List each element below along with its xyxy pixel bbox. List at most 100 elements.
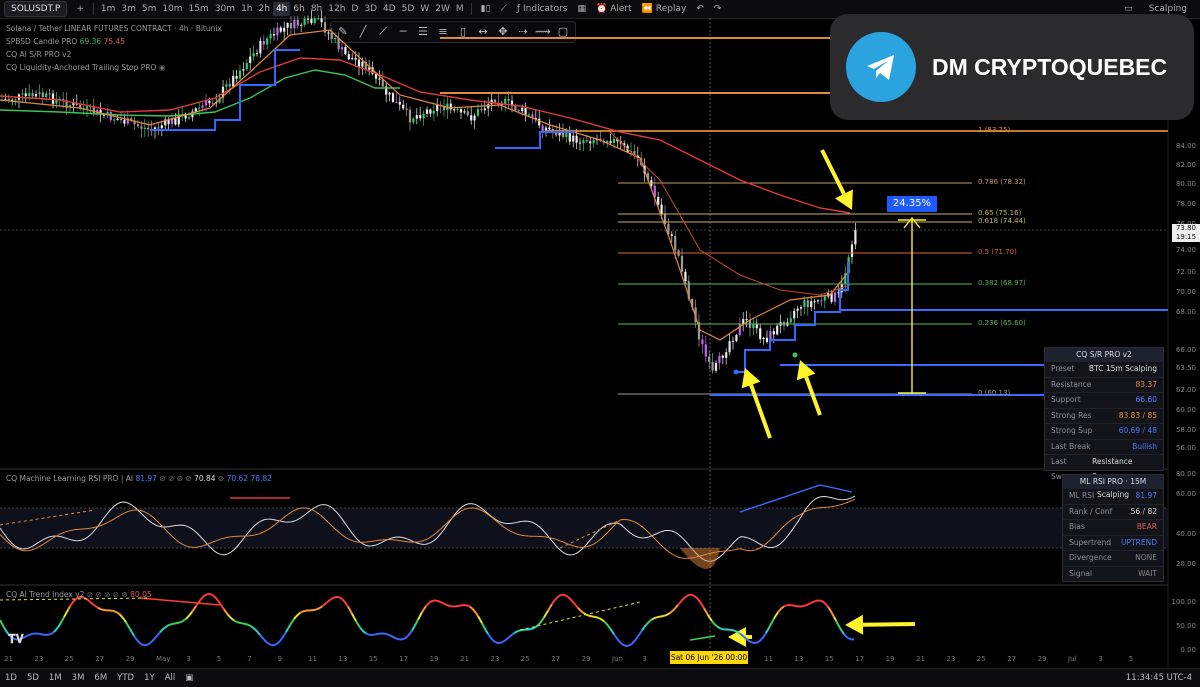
trend-segment [620, 642, 622, 644]
calendar-icon[interactable]: ▣ [180, 673, 198, 683]
fib-label: 0.5 (71.70) [978, 248, 1017, 256]
trend-segment [560, 595, 562, 596]
trend-segment [0, 620, 2, 624]
trend-segment [624, 645, 626, 646]
trend-segment [152, 639, 154, 641]
trend-segment [692, 595, 694, 596]
trailing-stop-dot [793, 353, 798, 358]
annotation-arrow [751, 385, 770, 438]
trend-segment [738, 632, 740, 633]
trend-segment [542, 617, 544, 620]
price-tick: 60.00 [1176, 406, 1196, 414]
price-tick: 62.00 [1176, 386, 1196, 394]
trend-segment [344, 601, 346, 604]
trend-segment [150, 641, 152, 643]
trend-segment [684, 597, 686, 599]
trend-segment [322, 605, 324, 607]
candle-body [470, 115, 472, 120]
ma-green [0, 70, 400, 116]
trend-segment [396, 638, 398, 639]
candle-body [480, 109, 482, 110]
trend-segment [764, 633, 766, 636]
panel-key: Bias [1069, 520, 1085, 535]
candle-body [399, 102, 401, 105]
candle-body [484, 108, 486, 110]
trend-segment [338, 597, 340, 598]
trend-segment [340, 598, 342, 599]
trend-segment [428, 602, 430, 604]
trend-segment [672, 609, 674, 611]
candle-body [198, 108, 200, 109]
trend-segment [614, 634, 616, 637]
trend-segment [780, 608, 782, 610]
trend-segment [444, 604, 446, 605]
candle-body [28, 93, 30, 96]
trend-segment [24, 636, 26, 637]
candle-body [790, 318, 792, 322]
trend-segment [756, 642, 758, 643]
candle-body [851, 244, 853, 257]
candle-body [45, 93, 47, 97]
trend-segment [62, 617, 64, 621]
range-all[interactable]: All [160, 673, 181, 683]
legend-candle-v1: 69.36 [80, 37, 101, 46]
trailing-stop-dot [734, 370, 739, 375]
range-3m[interactable]: 3M [67, 673, 90, 683]
indicator-tick: 50.00 [1176, 622, 1196, 630]
candle-body [266, 38, 268, 44]
time-tick: 29 [1038, 655, 1047, 663]
trend-segment [634, 639, 636, 641]
candle-body [232, 76, 234, 87]
candle-body [276, 28, 278, 36]
candle-body [817, 300, 819, 301]
candle-body [735, 335, 737, 341]
trend-segment [138, 641, 140, 643]
trend-segment [810, 602, 812, 603]
candle-body [525, 108, 527, 115]
trend-segment [70, 603, 72, 606]
candle-body [593, 140, 595, 143]
fib-label: 0 (60.13) [978, 389, 1010, 397]
trend-segment [258, 632, 260, 634]
trend-segment [146, 644, 148, 645]
range-1d[interactable]: 1D [0, 673, 22, 683]
trend-segment [224, 609, 226, 612]
trend-segment [628, 645, 630, 646]
trend-segment [254, 628, 256, 630]
time-tick: 13 [338, 655, 347, 663]
trend-segment [712, 621, 714, 623]
range-1m[interactable]: 1M [44, 673, 67, 683]
candle-body [429, 110, 431, 114]
candle-body [310, 19, 312, 23]
rsi-panel-title: ML RSI PRO · 15M Scalping [1063, 475, 1163, 488]
candle-body [521, 108, 523, 111]
eye-icon[interactable]: ◉ [159, 63, 166, 72]
panel-value: 60.69 / 48 [1119, 424, 1157, 439]
candle-body [548, 128, 550, 129]
trend-segment [678, 603, 680, 605]
indicator-tick: 20.00 [1176, 560, 1196, 568]
annotation-arrow [863, 624, 915, 625]
trend-segment [218, 601, 220, 604]
range-5d[interactable]: 5D [22, 673, 44, 683]
candle-body [355, 58, 357, 60]
trend-segment [704, 608, 706, 611]
candle-body [766, 338, 768, 342]
trend-segment [202, 596, 204, 598]
ma-red [0, 58, 850, 213]
panel-row: BiasBEAR [1063, 519, 1163, 535]
price-tick: 82.00 [1176, 161, 1196, 169]
range-1y[interactable]: 1Y [139, 673, 160, 683]
trend-segment [188, 615, 190, 617]
candle-body [569, 132, 571, 142]
trend-segment [480, 619, 482, 623]
time-tick: 19 [886, 655, 895, 663]
trend-segment [64, 613, 66, 617]
trend-segment [494, 641, 496, 642]
range-6m[interactable]: 6M [89, 673, 112, 683]
candle-body [195, 108, 197, 111]
time-tick: 25 [65, 655, 74, 663]
fib-label: 0.65 (75.16) [978, 209, 1021, 217]
trend-segment [412, 627, 414, 630]
range-ytd[interactable]: YTD [112, 673, 139, 683]
